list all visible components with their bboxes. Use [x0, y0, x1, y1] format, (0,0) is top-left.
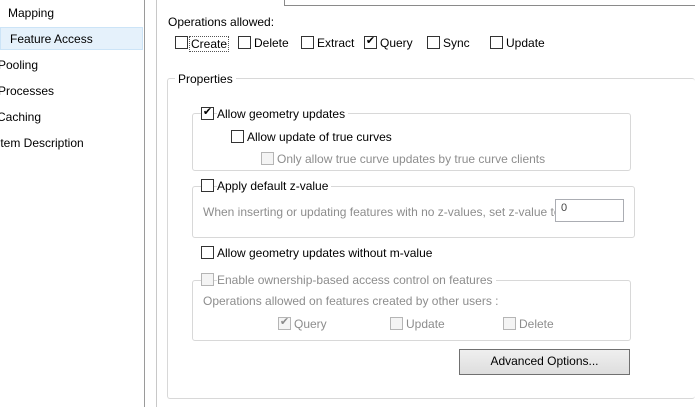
nav-item-label: Item Description: [0, 136, 84, 150]
ownership-group: [192, 280, 631, 341]
allow-true-curves-label: Allow update of true curves: [247, 130, 392, 144]
apply-default-z-label: Apply default z-value: [217, 179, 332, 193]
nav-item-caching[interactable]: Caching: [0, 106, 127, 129]
checkmark-icon: ✔: [279, 316, 290, 328]
create-label: Create: [189, 36, 230, 52]
delete-checkbox[interactable]: [238, 36, 251, 49]
checkmark-icon: ✔: [202, 106, 213, 118]
advanced-options-button[interactable]: Advanced Options...: [459, 349, 630, 375]
owner-query-label: Query: [294, 317, 327, 331]
z-value-input[interactable]: 0: [555, 199, 624, 222]
create-checkbox[interactable]: [175, 36, 188, 49]
z-value-description: When inserting or updating features with…: [203, 205, 564, 219]
nav-item-processes[interactable]: Processes: [0, 80, 128, 103]
nav-item-mapping[interactable]: Mapping: [8, 2, 138, 25]
apply-default-z-checkbox[interactable]: [201, 179, 214, 192]
update-label: Update: [506, 36, 545, 50]
nav-item-item-description[interactable]: Item Description: [0, 132, 137, 155]
owner-query-checkbox[interactable]: ✔: [278, 317, 291, 330]
update-checkbox[interactable]: [490, 36, 503, 49]
owner-update-label: Update: [406, 317, 445, 331]
properties-title: Properties: [175, 72, 236, 86]
ownership-checkbox[interactable]: [201, 273, 214, 286]
left-nav: Mapping Feature Access Pooling Processes…: [0, 0, 145, 407]
checkmark-icon: ✔: [365, 35, 376, 47]
nav-item-label: Mapping: [8, 6, 55, 20]
nav-divider: [144, 0, 145, 407]
allow-without-m-label: Allow geometry updates without m-value: [217, 246, 433, 260]
ownership-description: Operations allowed on features created b…: [203, 294, 499, 308]
operations-label: Operations allowed:: [168, 15, 275, 29]
nav-item-pooling[interactable]: Pooling: [0, 54, 128, 77]
content-divider: [156, 0, 157, 407]
extract-label: Extract: [317, 36, 355, 50]
owner-delete-label: Delete: [519, 317, 554, 331]
allow-geometry-updates-checkbox[interactable]: ✔: [201, 107, 214, 120]
only-true-curve-clients-label: Only allow true curve updates by true cu…: [277, 152, 546, 166]
allow-true-curves-checkbox[interactable]: [231, 130, 244, 143]
ownership-label: Enable ownership-based access control on…: [217, 273, 496, 287]
allow-without-m-checkbox[interactable]: [201, 246, 214, 259]
top-field-edge: [284, 0, 695, 6]
nav-item-label: Pooling: [0, 58, 39, 72]
query-checkbox[interactable]: ✔: [364, 36, 377, 49]
extract-checkbox[interactable]: [301, 36, 314, 49]
sync-checkbox[interactable]: [427, 36, 440, 49]
owner-update-checkbox[interactable]: [390, 317, 403, 330]
owner-delete-checkbox[interactable]: [503, 317, 516, 330]
delete-label: Delete: [254, 36, 289, 50]
nav-item-label: Processes: [0, 84, 55, 98]
query-label: Query: [380, 36, 413, 50]
nav-item-feature-access[interactable]: Feature Access: [0, 27, 143, 50]
only-true-curve-clients-checkbox[interactable]: [261, 152, 274, 165]
sync-label: Sync: [443, 36, 470, 50]
allow-geometry-updates-label: Allow geometry updates: [217, 107, 349, 121]
nav-item-label: Feature Access: [10, 32, 93, 46]
nav-item-label: Caching: [0, 110, 42, 124]
